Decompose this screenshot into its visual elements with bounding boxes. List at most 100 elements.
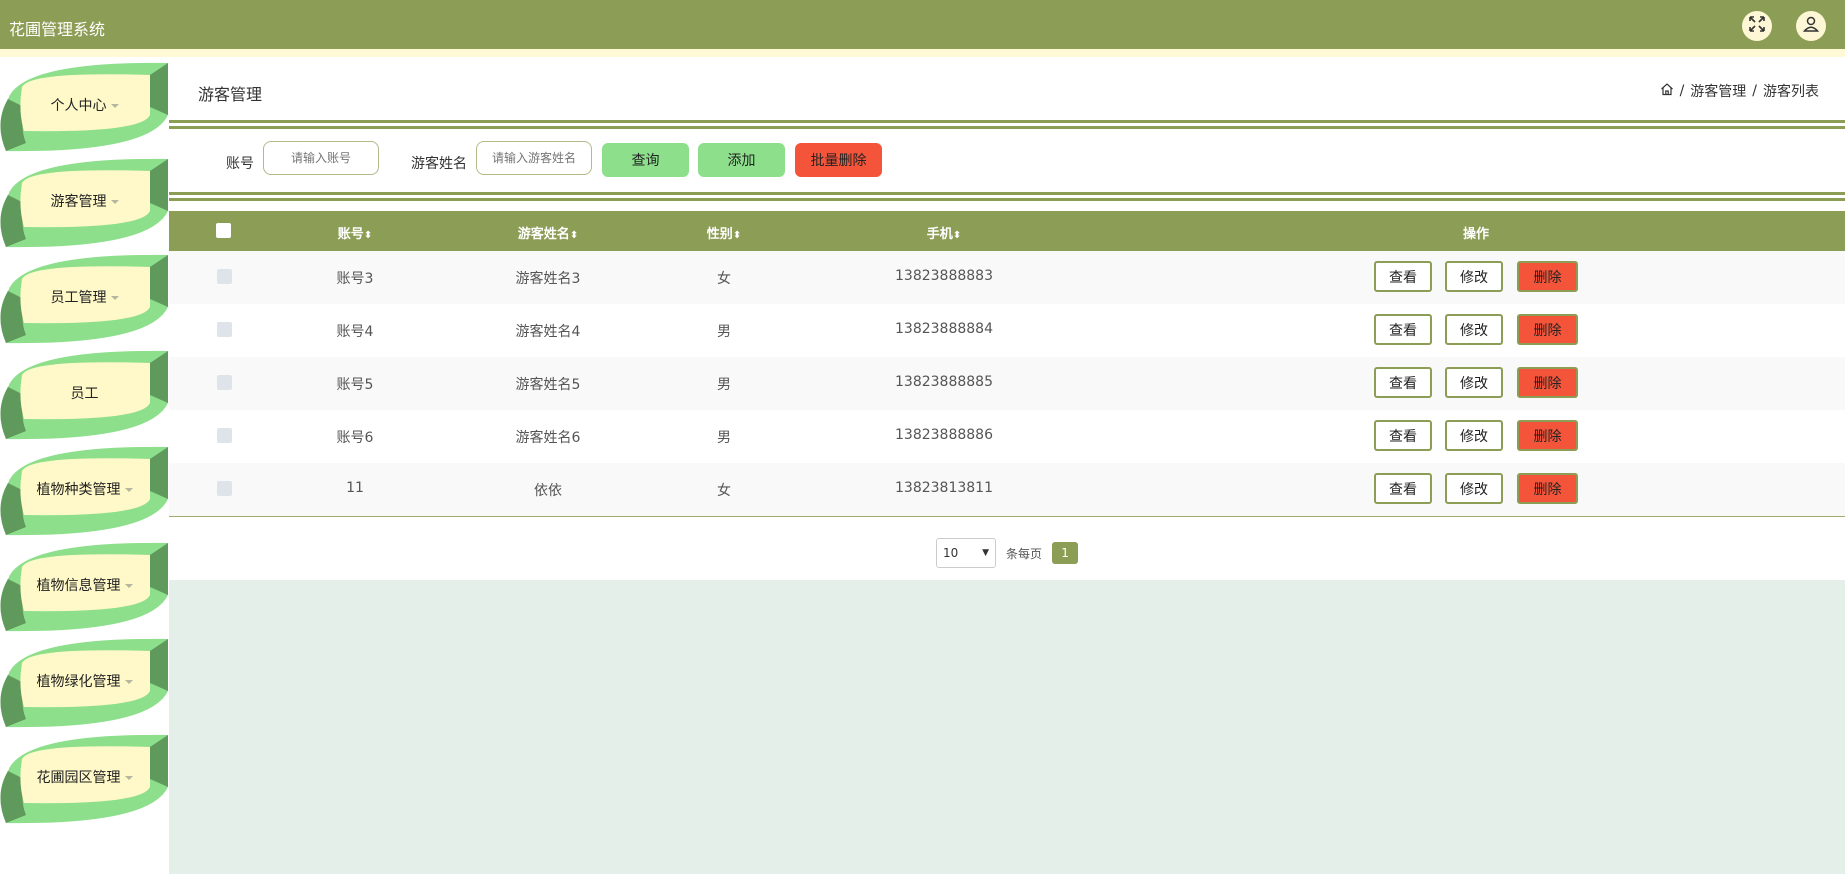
table-header: 账号⬍ 游客姓名⬍ 性别⬍ 手机⬍ 操作 xyxy=(169,211,1845,251)
sidebar-item-label: 植物种类管理 xyxy=(36,482,121,498)
column-header-account[interactable]: 账号⬍ xyxy=(338,223,372,242)
divider xyxy=(169,126,1845,129)
breadcrumb-separator: / xyxy=(1752,83,1757,99)
column-header-actions: 操作 xyxy=(1462,227,1490,242)
view-button[interactable]: 查看 xyxy=(1374,367,1432,398)
sidebar-item-text: 员工管理 xyxy=(22,287,147,307)
chevron-down-icon: ▼ xyxy=(982,548,989,558)
table-row: 11 依依 女 13823813811 查看 修改 删除 xyxy=(169,463,1845,517)
edit-button[interactable]: 修改 xyxy=(1445,420,1503,451)
caret-down-icon xyxy=(124,488,133,492)
visitor-name-label: 游客姓名 xyxy=(411,156,467,172)
view-button[interactable]: 查看 xyxy=(1374,261,1432,292)
page-number-current[interactable]: 1 xyxy=(1052,542,1079,564)
sidebar-item-label: 植物绿化管理 xyxy=(36,674,121,690)
caret-down-icon xyxy=(124,776,133,780)
column-header-name[interactable]: 游客姓名⬍ xyxy=(518,223,578,242)
sidebar-item[interactable]: 个人中心 xyxy=(0,59,169,155)
table-row: 账号4 游客姓名4 男 13823888884 查看 修改 删除 xyxy=(169,304,1845,358)
view-button[interactable]: 查看 xyxy=(1374,420,1432,451)
row-checkbox[interactable] xyxy=(217,481,232,496)
add-button[interactable]: 添加 xyxy=(698,143,785,177)
delete-button[interactable]: 删除 xyxy=(1517,261,1578,292)
sidebar-item[interactable]: 花圃园区管理 xyxy=(0,731,169,827)
sidebar-item[interactable]: 员工管理 xyxy=(0,251,169,347)
sidebar-item[interactable]: 员工 xyxy=(0,347,169,443)
sort-icon: ⬍ xyxy=(569,230,579,241)
column-header-phone[interactable]: 手机⬍ xyxy=(927,223,961,242)
user-icon xyxy=(1802,15,1820,37)
cell-name: 依依 xyxy=(534,483,562,499)
row-checkbox[interactable] xyxy=(217,322,232,337)
cell-gender: 男 xyxy=(717,377,731,393)
sidebar-item-label: 个人中心 xyxy=(50,98,107,114)
sidebar-item-text: 植物绿化管理 xyxy=(22,671,147,691)
cell-phone: 13823888883 xyxy=(895,268,993,284)
per-page-label: 条每页 xyxy=(1006,546,1043,561)
cell-account: 账号5 xyxy=(336,377,374,393)
column-header-gender[interactable]: 性别⬍ xyxy=(707,223,741,242)
visitor-name-search-input[interactable] xyxy=(476,141,592,175)
sidebar-item[interactable]: 植物信息管理 xyxy=(0,539,169,635)
fullscreen-button[interactable] xyxy=(1742,11,1772,41)
breadcrumb-item[interactable]: 游客管理 xyxy=(1690,81,1746,101)
cell-name: 游客姓名5 xyxy=(515,377,581,393)
search-button[interactable]: 查询 xyxy=(602,143,689,177)
cell-account: 11 xyxy=(346,480,364,496)
sort-icon: ⬍ xyxy=(952,230,962,241)
page-title: 游客管理 xyxy=(198,85,263,104)
sidebar-item[interactable]: 植物种类管理 xyxy=(0,443,169,539)
breadcrumb-item-current: 游客列表 xyxy=(1763,84,1819,100)
user-button[interactable] xyxy=(1796,11,1826,41)
edit-button[interactable]: 修改 xyxy=(1445,261,1503,292)
breadcrumb: / 游客管理 / 游客列表 xyxy=(1660,81,1819,101)
page-size-select[interactable]: 10 ▼ xyxy=(936,538,996,568)
header-stripe xyxy=(0,49,1845,57)
divider xyxy=(169,192,1845,195)
sidebar-item[interactable]: 植物绿化管理 xyxy=(0,635,169,731)
edit-button[interactable]: 修改 xyxy=(1445,314,1503,345)
cell-gender: 女 xyxy=(717,483,731,499)
caret-down-icon xyxy=(110,200,119,204)
sidebar-item[interactable]: 游客管理 xyxy=(0,155,169,251)
home-icon[interactable] xyxy=(1660,82,1674,100)
row-checkbox[interactable] xyxy=(217,269,232,284)
cell-name: 游客姓名3 xyxy=(515,271,581,287)
delete-button[interactable]: 删除 xyxy=(1517,367,1578,398)
row-checkbox[interactable] xyxy=(217,375,232,390)
delete-button[interactable]: 删除 xyxy=(1517,420,1578,451)
caret-down-icon xyxy=(124,680,133,684)
cell-phone: 13823888886 xyxy=(895,427,993,443)
pagination: 10 ▼ 条每页 1 xyxy=(936,538,1079,568)
sidebar-item-text: 植物信息管理 xyxy=(22,575,147,595)
delete-button[interactable]: 删除 xyxy=(1517,314,1578,345)
sidebar-item-label: 员工 xyxy=(70,386,99,402)
app-title: 花圃管理系统 xyxy=(9,20,106,39)
table-row: 账号5 游客姓名5 男 13823888885 查看 修改 删除 xyxy=(169,357,1845,411)
caret-down-icon xyxy=(110,104,119,108)
row-checkbox[interactable] xyxy=(217,428,232,443)
sidebar-item-label: 花圃园区管理 xyxy=(36,770,121,786)
cell-name: 游客姓名4 xyxy=(515,324,581,340)
cell-name: 游客姓名6 xyxy=(515,430,581,446)
breadcrumb-separator: / xyxy=(1679,83,1685,99)
delete-button[interactable]: 删除 xyxy=(1517,473,1578,504)
account-search-input[interactable] xyxy=(263,141,379,175)
edit-button[interactable]: 修改 xyxy=(1445,367,1503,398)
caret-down-icon xyxy=(110,296,119,300)
sort-icon: ⬍ xyxy=(732,230,742,241)
cell-gender: 男 xyxy=(717,430,731,446)
sidebar-item-text: 植物种类管理 xyxy=(22,479,147,499)
view-button[interactable]: 查看 xyxy=(1374,473,1432,504)
cell-gender: 男 xyxy=(717,324,731,340)
view-button[interactable]: 查看 xyxy=(1374,314,1432,345)
sidebar: 个人中心游客管理员工管理员工植物种类管理植物信息管理植物绿化管理 花圃园区管理 xyxy=(0,57,169,874)
select-all-checkbox[interactable] xyxy=(216,223,231,238)
divider xyxy=(169,198,1845,201)
main-panel: 游客管理 / 游客管理 / 游客列表 账号 游客姓名 查询 添加 批量删除 账号… xyxy=(169,57,1845,580)
account-label: 账号 xyxy=(226,156,254,172)
edit-button[interactable]: 修改 xyxy=(1445,473,1503,504)
cell-phone: 13823888885 xyxy=(895,374,993,390)
batch-delete-button[interactable]: 批量删除 xyxy=(795,143,882,177)
sidebar-item-text: 个人中心 xyxy=(22,95,147,115)
